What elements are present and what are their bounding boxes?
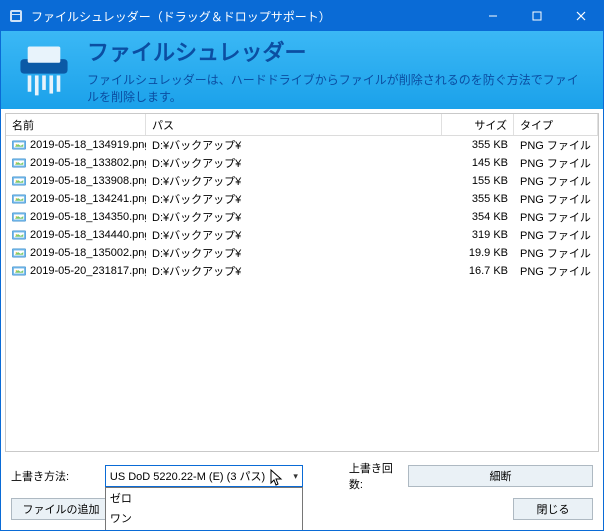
cell-name: 2019-05-20_231817.png	[6, 262, 146, 280]
overwrite-method-select[interactable]: US DoD 5220.22-M (E) (3 パス) ▾	[105, 465, 303, 487]
banner-subtitle: ファイルシュレッダーは、ハードドライブからファイルが削除されるのを防ぐ方法でファ…	[87, 71, 589, 105]
column-header-type[interactable]: タイプ	[514, 114, 598, 135]
file-list: 名前 パス サイズ タイプ 2019-05-18_134919.png D:¥バッ…	[5, 113, 599, 452]
cell-name: 2019-05-18_134241.png	[6, 190, 146, 208]
cell-name: 2019-05-18_135002.png	[6, 244, 146, 262]
column-header-size[interactable]: サイズ	[442, 114, 514, 135]
row-controls-1: 上書き方法: US DoD 5220.22-M (E) (3 パス) ▾ ゼロワ…	[11, 460, 593, 492]
titlebar: ファイルシュレッダー（ドラッグ＆ドロップサポート）	[1, 1, 603, 31]
banner: ファイルシュレッダー ファイルシュレッダーは、ハードドライブからファイルが削除さ…	[1, 31, 603, 109]
overwrite-count-label: 上書き回数:	[349, 460, 402, 492]
cell-size: 155 KB	[442, 172, 514, 190]
list-header: 名前 パス サイズ タイプ	[6, 114, 598, 136]
minimize-button[interactable]	[471, 1, 515, 31]
close-window-button[interactable]	[559, 1, 603, 31]
cell-name: 2019-05-18_133908.png	[6, 172, 146, 190]
maximize-button[interactable]	[515, 1, 559, 31]
content-area: 名前 パス サイズ タイプ 2019-05-18_134919.png D:¥バッ…	[1, 109, 603, 530]
cell-name: 2019-05-18_133802.png	[6, 154, 146, 172]
window-title: ファイルシュレッダー（ドラッグ＆ドロップサポート）	[31, 8, 471, 25]
cell-type: PNG ファイル	[514, 260, 598, 282]
cell-name: 2019-05-18_134919.png	[6, 136, 146, 154]
banner-title: ファイルシュレッダー	[87, 35, 589, 67]
method-option[interactable]: ゼロ	[106, 488, 302, 508]
cell-size: 16.7 KB	[442, 262, 514, 280]
method-option[interactable]: ワン	[106, 508, 302, 528]
cell-path: D:¥バックアップ¥	[146, 260, 442, 282]
app-icon	[7, 7, 25, 25]
chevron-down-icon: ▾	[293, 471, 298, 482]
overwrite-method-value: US DoD 5220.22-M (E) (3 パス)	[110, 468, 265, 484]
cell-name: 2019-05-18_134440.png	[6, 226, 146, 244]
shred-button[interactable]: 細断	[408, 465, 593, 487]
column-header-name[interactable]: 名前	[6, 114, 146, 135]
controls: 上書き方法: US DoD 5220.22-M (E) (3 パス) ▾ ゼロワ…	[5, 452, 599, 526]
close-button[interactable]: 閉じる	[513, 498, 593, 520]
cell-size: 319 KB	[442, 226, 514, 244]
banner-text: ファイルシュレッダー ファイルシュレッダーは、ハードドライブからファイルが削除さ…	[87, 35, 589, 105]
cell-name: 2019-05-18_134350.png	[6, 208, 146, 226]
cell-size: 19.9 KB	[442, 244, 514, 262]
app-window: ファイルシュレッダー（ドラッグ＆ドロップサポート） ファイルシュレッダー ファイ…	[0, 0, 604, 531]
method-option[interactable]: 擬似ランダムデータ	[106, 528, 302, 530]
column-header-path[interactable]: パス	[146, 114, 442, 135]
list-body[interactable]: 2019-05-18_134919.png D:¥バックアップ¥ 355 KB PNG…	[6, 136, 598, 451]
cell-size: 354 KB	[442, 208, 514, 226]
shredder-icon	[15, 41, 73, 99]
cell-size: 145 KB	[442, 154, 514, 172]
cell-size: 355 KB	[442, 190, 514, 208]
overwrite-method-label: 上書き方法:	[11, 468, 99, 484]
add-file-button[interactable]: ファイルの追加	[11, 498, 111, 520]
table-row[interactable]: 2019-05-20_231817.pngD:¥バックアップ¥16.7 KBPN…	[6, 262, 598, 280]
overwrite-method-dropdown[interactable]: ゼロワン擬似ランダムデータRCMP (DSX) (3 パス)US DoD 522…	[105, 487, 303, 530]
cell-size: 355 KB	[442, 136, 514, 154]
